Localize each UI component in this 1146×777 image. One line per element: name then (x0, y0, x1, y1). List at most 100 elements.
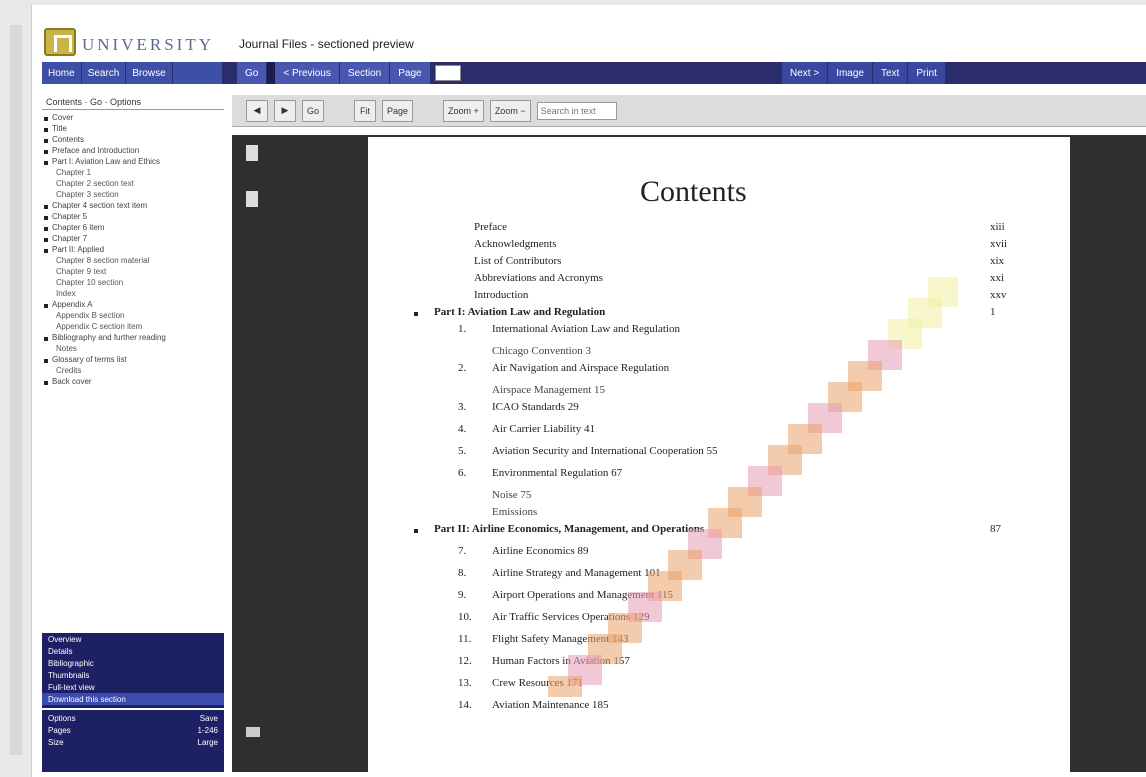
sidebar-item[interactable]: Chapter 5 (42, 212, 224, 223)
nav-next-button[interactable]: Next > (782, 62, 829, 84)
details-divider (42, 708, 224, 710)
toc-page-number: xxi (990, 272, 1005, 284)
toc-entry[interactable]: 8. Airline Strategy and Management 101 (410, 567, 1040, 589)
thumbnail[interactable] (246, 727, 260, 737)
sidebar-item[interactable]: Chapter 10 section (42, 278, 224, 289)
sidebar-item[interactable]: Contents (42, 135, 224, 146)
toc-entry[interactable]: Acknowledgments xvii (410, 238, 1040, 255)
toc-entry[interactable]: Part II: Airline Economics, Management, … (410, 523, 1040, 545)
toc-page-number: xxv (990, 289, 1007, 301)
nav-section-button[interactable]: Section (339, 62, 391, 84)
details-item[interactable]: Bibliographic (42, 657, 224, 669)
sidebar-item[interactable]: Chapter 1 (42, 168, 224, 179)
sidebar-item[interactable]: Part I: Aviation Law and Ethics (42, 157, 224, 168)
nav-text-button[interactable]: Text (872, 62, 909, 84)
sidebar-item[interactable]: Chapter 8 section material (42, 256, 224, 267)
details-item[interactable]: Full-text view (42, 681, 224, 693)
toc-entry[interactable]: 6. Environmental Regulation 67 (410, 467, 1040, 489)
toc-entry[interactable]: 10. Air Traffic Services Operations 129 (410, 611, 1040, 633)
toc-label: International Aviation Law and Regulatio… (492, 323, 680, 335)
toc-entry[interactable]: 7. Airline Economics 89 (410, 545, 1040, 567)
go-button[interactable]: Go (302, 99, 325, 122)
toc-entry[interactable]: Part I: Aviation Law and Regulation 1 (410, 306, 1040, 323)
toc-entry[interactable]: 3. ICAO Standards 29 (410, 401, 1040, 423)
sidebar-heading: Contents · Go · Options (42, 95, 224, 110)
sidebar-item[interactable]: Appendix B section (42, 311, 224, 322)
toc-label: Part I: Aviation Law and Regulation (434, 306, 606, 318)
brand-name[interactable]: UNIVERSITY (82, 35, 214, 55)
toc-entry[interactable]: 2. Air Navigation and Airspace Regulation (410, 362, 1040, 384)
toc-entry[interactable]: 12. Human Factors in Aviation 157 (410, 655, 1040, 677)
sidebar-item[interactable]: Title (42, 124, 224, 135)
sidebar-item[interactable]: Chapter 9 text (42, 267, 224, 278)
toc-entry[interactable]: 5. Aviation Security and International Co… (410, 445, 1040, 467)
app-frame: UNIVERSITY Journal Files - sectioned pre… (31, 5, 1146, 777)
details-row-value: 1-246 (197, 726, 218, 735)
nav-previous-button[interactable]: < Previous (275, 62, 340, 84)
toc-page-number: xiii (990, 221, 1005, 233)
zoom-out-button[interactable]: Zoom − (489, 99, 531, 122)
search-input[interactable] (536, 101, 617, 120)
sidebar-item[interactable]: Chapter 3 section (42, 190, 224, 201)
next-page-button[interactable]: ▶ (274, 99, 296, 122)
toc-label: Emissions (492, 506, 538, 518)
nav-page-controls: Go < Previous Section Page (237, 62, 465, 84)
toc-entry[interactable]: Airspace Management 15 (410, 384, 1040, 401)
sidebar-item[interactable]: Index (42, 289, 224, 300)
toc-entry[interactable]: Preface xiii (410, 221, 1040, 238)
toc-entry[interactable]: Abbreviations and Acronyms xxi (410, 272, 1040, 289)
toc-entry[interactable]: Noise 75 (410, 489, 1040, 506)
sidebar-item[interactable]: Part II: Applied (42, 245, 224, 256)
toc-label: Human Factors in Aviation 157 (492, 655, 630, 667)
sidebar-item[interactable]: Credits (42, 366, 224, 377)
sidebar-item[interactable]: Appendix A (42, 300, 224, 311)
toc-entry[interactable]: 13. Crew Resources 171 (410, 677, 1040, 699)
university-logo-icon[interactable] (44, 28, 76, 56)
toc-entry[interactable]: 4. Air Carrier Liability 41 (410, 423, 1040, 445)
nav-go-button[interactable]: Go (237, 62, 268, 84)
page-number-input[interactable] (434, 65, 461, 81)
toc-label: Abbreviations and Acronyms (474, 272, 603, 284)
sidebar-item[interactable]: Glossary of terms list (42, 355, 224, 366)
nav-search[interactable]: Search (82, 62, 127, 84)
sidebar-item[interactable]: Bibliography and further reading (42, 333, 224, 344)
sidebar-item[interactable]: Chapter 7 (42, 234, 224, 245)
sidebar-item[interactable]: Notes (42, 344, 224, 355)
toc-label: Airspace Management 15 (492, 384, 606, 396)
toc-entry[interactable]: 1. International Aviation Law and Regulat… (410, 323, 1040, 345)
nav-browse[interactable]: Browse (126, 62, 173, 84)
toc-page-number: 87 (990, 523, 1001, 535)
sidebar-item[interactable]: Chapter 2 section text (42, 179, 224, 190)
nav-secondary: Next > Image Text Print (782, 62, 946, 84)
nav-image-button[interactable]: Image (828, 62, 873, 84)
details-row[interactable]: Pages 1-246 (42, 725, 224, 737)
sidebar-item[interactable]: Chapter 4 section text item (42, 201, 224, 212)
nav-print-button[interactable]: Print (908, 62, 946, 84)
details-item[interactable]: Thumbnails (42, 669, 224, 681)
fit-button[interactable]: Fit (354, 99, 377, 122)
sidebar-item[interactable]: Appendix C section item (42, 322, 224, 333)
toc-entry[interactable]: List of Contributors xix (410, 255, 1040, 272)
details-row[interactable]: Size Large (42, 737, 224, 749)
toc-entry[interactable]: Introduction xxv (410, 289, 1040, 306)
toc-entry[interactable]: Chicago Convention 3 (410, 345, 1040, 362)
toc-entry[interactable]: 9. Airport Operations and Management 115 (410, 589, 1040, 611)
sidebar-item[interactable]: Cover (42, 113, 224, 124)
toc-entry[interactable]: 14. Aviation Maintenance 185 (410, 699, 1040, 721)
details-item[interactable]: Details (42, 645, 224, 657)
sidebar-item[interactable]: Chapter 6 item (42, 223, 224, 234)
zoom-in-button[interactable]: Zoom + (443, 99, 484, 122)
page-view-button[interactable]: Page (382, 99, 414, 122)
prev-page-button[interactable]: ◀ (246, 99, 268, 122)
toc-entry[interactable]: 11. Flight Safety Management 143 (410, 633, 1040, 655)
details-item[interactable]: Overview (42, 633, 224, 645)
details-item[interactable]: Download this section (42, 693, 224, 705)
toc-entry[interactable]: Emissions (410, 506, 1040, 523)
sidebar-item[interactable]: Preface and Introduction (42, 146, 224, 157)
nav-home[interactable]: Home (42, 62, 82, 84)
sidebar-item[interactable]: Back cover (42, 377, 224, 388)
thumbnail[interactable] (246, 145, 258, 161)
details-row[interactable]: Options Save (42, 713, 224, 725)
thumbnail[interactable] (246, 191, 258, 207)
toc-label: Introduction (474, 289, 529, 301)
